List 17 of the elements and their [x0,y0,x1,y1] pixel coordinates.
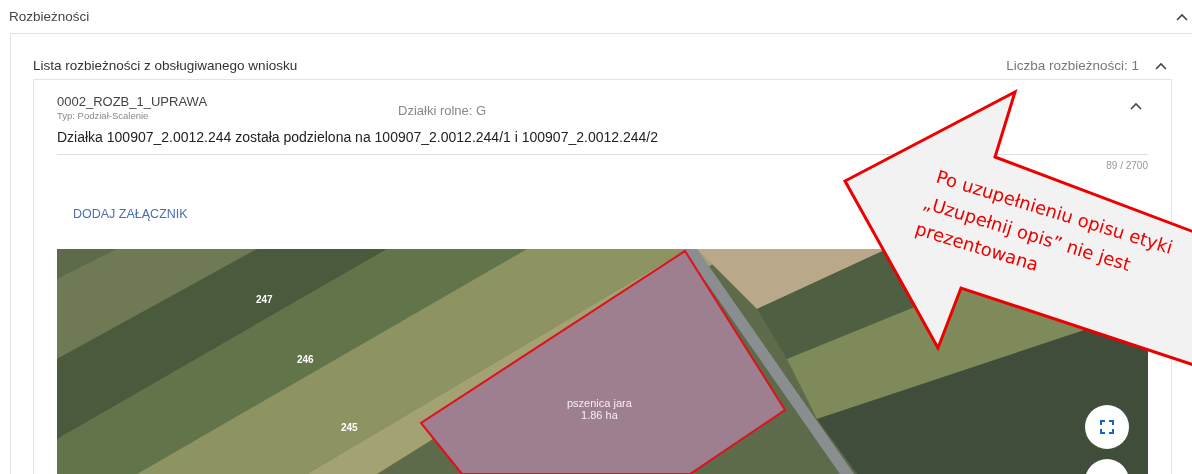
area-label: 1.86 ha [581,409,618,421]
parcel-number: 246 [297,354,314,365]
plots-label: Działki rolne: G [398,103,488,118]
section-title: Rozbieżności [9,9,90,24]
chevron-up-icon[interactable] [1155,61,1167,70]
discrepancy-code: 0002_ROZB_1_UPRAWA [57,94,209,109]
parcel-number: 247 [256,294,273,305]
discrepancy-count: Liczba rozbieżności: 1 [1006,58,1139,73]
discrepancy-type: Typ: Podział-Scalenie [57,110,150,121]
crop-label: pszenica jara [567,397,632,409]
character-counter: 89 / 2700 [1105,159,1148,171]
fullscreen-icon [1100,420,1114,434]
chevron-up-icon[interactable] [1130,102,1142,110]
list-title: Lista rozbieżności z obsługiwanego wniosku [33,58,299,73]
chevron-up-icon[interactable] [1176,12,1188,21]
add-attachment-button[interactable]: DODAJ ZAŁĄCZNIK [59,201,202,227]
parcel-number: 245 [341,422,358,433]
